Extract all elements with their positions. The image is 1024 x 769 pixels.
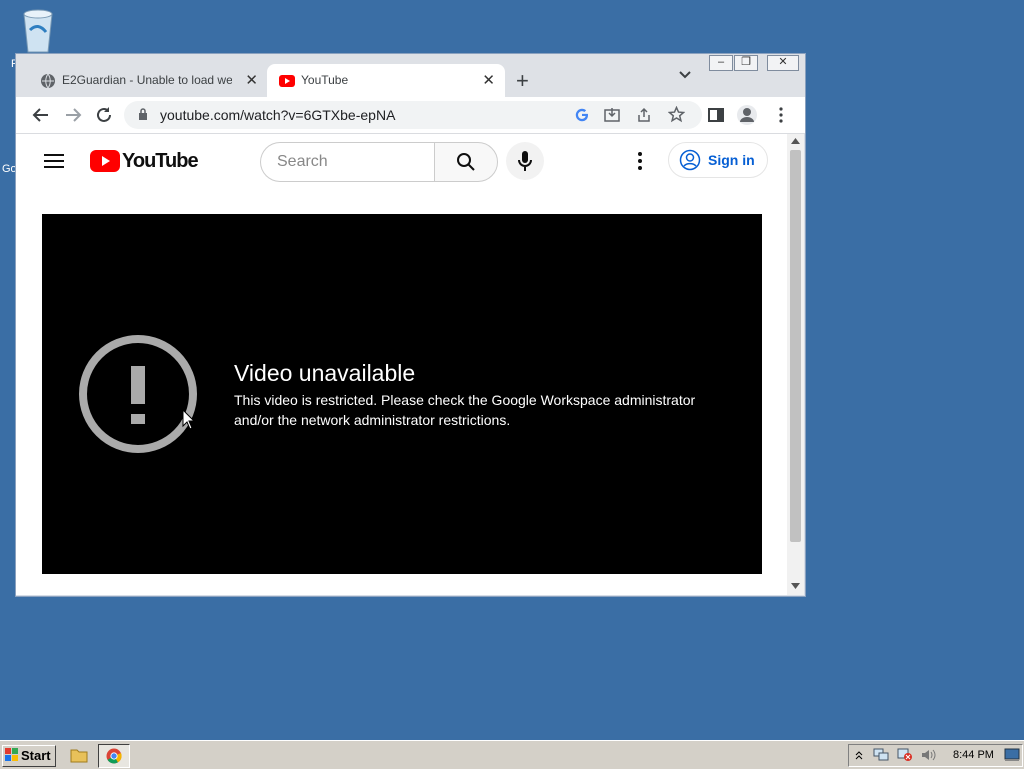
share-icon[interactable]: [636, 107, 652, 123]
bookmark-star-icon[interactable]: [668, 106, 685, 123]
scrollbar-thumb[interactable]: [790, 150, 801, 542]
windows-logo-icon: [5, 748, 18, 761]
search-input[interactable]: Search: [260, 142, 435, 182]
google-icon[interactable]: [574, 107, 590, 123]
tab-close-icon[interactable]: ✕: [482, 71, 495, 89]
address-bar[interactable]: youtube.com/watch?v=6GTXbe-epNA: [124, 101, 702, 129]
forward-arrow-icon[interactable]: [64, 106, 82, 124]
browser-toolbar: youtube.com/watch?v=6GTXbe-epNA: [16, 97, 805, 134]
error-message: This video is restricted. Please check t…: [234, 392, 696, 428]
search-button[interactable]: [434, 142, 498, 182]
globe-icon: [41, 73, 55, 89]
vertical-scrollbar[interactable]: [787, 134, 804, 595]
tab-title: E2Guardian - Unable to load web: [62, 73, 232, 87]
video-player[interactable]: Video unavailable This video is restrict…: [42, 214, 762, 574]
recycle-bin-icon[interactable]: [18, 6, 58, 56]
sign-in-button[interactable]: Sign in: [668, 142, 768, 178]
tab-e2guardian[interactable]: E2Guardian - Unable to load web ✕: [28, 64, 268, 97]
new-tab-plus-icon[interactable]: +: [516, 68, 529, 94]
kebab-menu-icon[interactable]: [772, 106, 790, 124]
chrome-icon: [106, 748, 122, 764]
tab-strip: – ❐ ✕ E2Guardian - Unable to load web ✕ …: [16, 54, 805, 97]
install-app-icon[interactable]: [604, 107, 620, 123]
youtube-favicon-icon: [279, 75, 295, 87]
back-arrow-icon[interactable]: [32, 106, 50, 124]
show-desktop-icon[interactable]: [1004, 748, 1020, 762]
mouse-cursor-icon: [182, 409, 196, 430]
scroll-down-arrow-icon[interactable]: [791, 583, 800, 589]
security-alert-icon[interactable]: [897, 748, 913, 762]
reload-icon[interactable]: [95, 106, 113, 124]
tray-expand-icon[interactable]: [855, 749, 863, 761]
voice-search-button[interactable]: [506, 142, 544, 180]
scroll-up-arrow-icon[interactable]: [791, 138, 800, 144]
volume-icon[interactable]: [921, 748, 937, 762]
chevron-down-icon[interactable]: [678, 70, 692, 80]
tab-title: YouTube: [301, 73, 349, 87]
start-label: Start: [21, 748, 51, 763]
search-placeholder: Search: [277, 153, 328, 170]
profile-avatar-icon[interactable]: [736, 104, 758, 126]
clock: 8:44 PM: [953, 749, 994, 761]
lock-icon[interactable]: [138, 108, 148, 121]
side-panel-icon[interactable]: [707, 106, 725, 124]
tab-youtube[interactable]: YouTube ✕: [267, 64, 505, 97]
network-icon[interactable]: [873, 748, 889, 762]
microphone-icon: [518, 151, 532, 171]
browser-window: – ❐ ✕ E2Guardian - Unable to load web ✕ …: [15, 53, 806, 597]
sign-in-label: Sign in: [708, 152, 755, 168]
youtube-play-icon: [90, 150, 120, 172]
exclamation-circle-icon: [79, 335, 197, 453]
error-title: Video unavailable: [234, 360, 416, 386]
youtube-logo[interactable]: YouTube: [90, 150, 199, 172]
taskbar: Start 8:44 PM: [0, 740, 1024, 769]
page-viewport: YouTube Search Sign in Video unavailable…: [16, 134, 787, 595]
hamburger-menu-icon[interactable]: [44, 153, 64, 169]
logo-text: YouTube: [122, 150, 199, 172]
file-explorer-icon[interactable]: [70, 747, 88, 763]
close-window-button[interactable]: ✕: [767, 55, 799, 71]
minimize-button[interactable]: –: [709, 55, 733, 71]
start-button[interactable]: Start: [2, 745, 56, 767]
system-tray: 8:44 PM: [848, 744, 1023, 767]
taskbar-chrome-button[interactable]: [98, 744, 130, 768]
tab-close-icon[interactable]: ✕: [245, 71, 258, 89]
url-text[interactable]: youtube.com/watch?v=6GTXbe-epNA: [160, 107, 395, 123]
account-circle-icon: [679, 149, 701, 171]
search-icon: [457, 153, 475, 171]
restore-button[interactable]: ❐: [734, 55, 758, 71]
more-options-icon[interactable]: [630, 150, 650, 172]
